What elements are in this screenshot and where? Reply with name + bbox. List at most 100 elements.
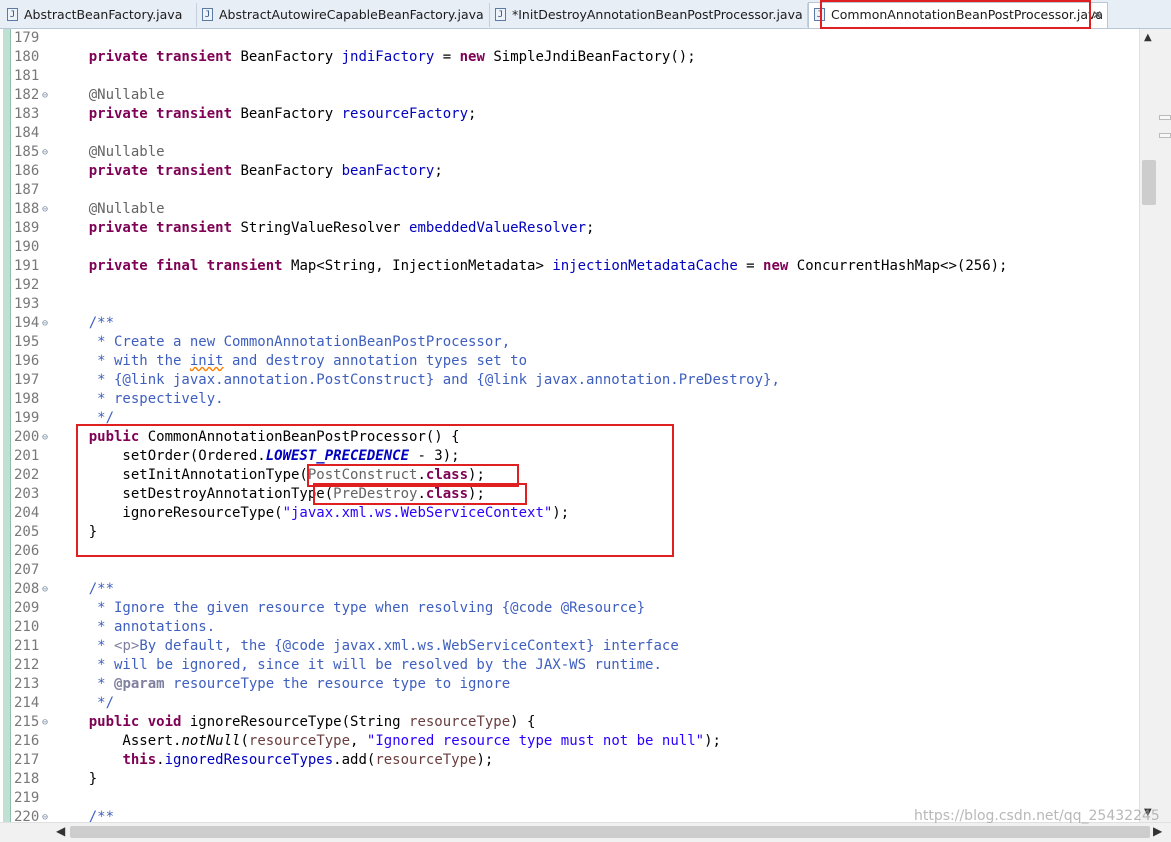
close-icon[interactable]: ✕ [1092, 3, 1102, 27]
code-line[interactable]: 200 ⊖ public CommonAnnotationBeanPostProc… [0, 428, 1139, 447]
code-line[interactable]: 203 setDestroyAnnotationType(PreDestroy.… [0, 485, 1139, 504]
code-line[interactable]: 191 private final transient Map<String, … [0, 257, 1139, 276]
overview-marker[interactable] [1159, 133, 1171, 138]
code-text: * Ignore the given resource type when re… [55, 600, 646, 616]
code-line[interactable]: 182 ⊖ @Nullable [0, 86, 1139, 105]
fold-toggle-icon[interactable]: ⊖ [42, 808, 52, 822]
code-text: * will be ignored, since it will be reso… [55, 657, 662, 673]
code-line[interactable]: 207 [0, 561, 1139, 580]
vertical-scrollbar[interactable]: ▲ ▼ [1139, 29, 1171, 822]
tab-common-annotation-bean-post-processor[interactable]: J CommonAnnotationBeanPostProcessor.java… [808, 2, 1108, 28]
line-number: 210 [14, 619, 40, 635]
tab-abstract-bean-factory[interactable]: J AbstractBeanFactory.java [2, 3, 197, 27]
code-line[interactable]: 196 * with the init and destroy annotati… [0, 352, 1139, 371]
code-line[interactable]: 198 * respectively. [0, 390, 1139, 409]
code-line[interactable]: 183 private transient BeanFactory resour… [0, 105, 1139, 124]
code-line[interactable]: 181 [0, 67, 1139, 86]
fold-toggle-icon[interactable]: ⊖ [42, 143, 52, 162]
code-text: @Nullable [88, 87, 165, 103]
horizontal-scrollbar[interactable]: ◀ ▶ [0, 822, 1171, 842]
watermark: https://blog.csdn.net/qq_25432245 [914, 808, 1160, 824]
fold-toggle-icon[interactable]: ⊖ [42, 580, 52, 599]
scroll-left-icon[interactable]: ◀ [56, 824, 65, 838]
code-text: @Nullable [88, 144, 165, 160]
horizontal-scroll-thumb[interactable] [70, 826, 1150, 838]
code-line[interactable]: 185 ⊖ @Nullable [0, 143, 1139, 162]
code-editor[interactable]: 179 180 private transient BeanFactory jnd… [0, 29, 1139, 822]
code-text: * @param resourceType the resource type … [55, 676, 511, 692]
code-line[interactable]: 210 * annotations. [0, 618, 1139, 637]
code-line[interactable]: 212 * will be ignored, since it will be … [0, 656, 1139, 675]
line-number: 206 [14, 543, 40, 559]
code-line[interactable]: 194 ⊖ /** [0, 314, 1139, 333]
vertical-scroll-thumb[interactable] [1142, 160, 1156, 205]
code-text: * respectively. [55, 391, 224, 407]
code-line[interactable]: 190 [0, 238, 1139, 257]
code-line[interactable]: 187 [0, 181, 1139, 200]
line-number: 202 [14, 467, 40, 483]
code-line[interactable]: 186 private transient BeanFactory beanFa… [0, 162, 1139, 181]
code-line[interactable]: 216 Assert.notNull(resourceType, "Ignore… [0, 732, 1139, 751]
code-line[interactable]: 188 ⊖ @Nullable [0, 200, 1139, 219]
code-line[interactable]: 214 */ [0, 694, 1139, 713]
line-number: 183 [14, 106, 40, 122]
line-number: 195 [14, 334, 40, 350]
code-line[interactable]: 199 */ [0, 409, 1139, 428]
code-line[interactable]: 206 [0, 542, 1139, 561]
code-line[interactable]: 218 } [0, 770, 1139, 789]
fold-toggle-icon[interactable]: ⊖ [42, 314, 52, 333]
line-number: 199 [14, 410, 40, 426]
code-text: private transient BeanFactory jndiFactor… [88, 49, 696, 65]
code-text: * <p>By default, the {@code javax.xml.ws… [55, 638, 679, 654]
line-number: 179 [14, 30, 40, 46]
line-number: 203 [14, 486, 40, 502]
fold-toggle-icon[interactable]: ⊖ [42, 428, 52, 447]
code-line[interactable]: 208 ⊖ /** [0, 580, 1139, 599]
line-number: 207 [14, 562, 40, 578]
code-line[interactable]: 197 * {@link javax.annotation.PostConstr… [0, 371, 1139, 390]
fold-toggle-icon[interactable]: ⊖ [42, 86, 52, 105]
code-line[interactable]: 213 * @param resourceType the resource t… [0, 675, 1139, 694]
code-text: /** [88, 809, 115, 822]
tab-abstract-autowire-capable-bean-factory[interactable]: J AbstractAutowireCapableBeanFactory.jav… [197, 3, 490, 27]
line-number: 214 [14, 695, 40, 711]
line-number: 219 [14, 790, 40, 806]
code-line[interactable]: 184 [0, 124, 1139, 143]
overview-marker[interactable] [1159, 115, 1171, 120]
code-text: setDestroyAnnotationType(PreDestroy.clas… [55, 486, 485, 502]
code-line[interactable]: 215 ⊖ public void ignoreResourceType(Stri… [0, 713, 1139, 732]
code-text: * annotations. [55, 619, 216, 635]
code-line[interactable]: 189 private transient StringValueResolve… [0, 219, 1139, 238]
code-line[interactable]: 192 [0, 276, 1139, 295]
code-text: setInitAnnotationType(PostConstruct.clas… [55, 467, 485, 483]
scroll-up-icon[interactable]: ▲ [1144, 32, 1152, 43]
line-number: 189 [14, 220, 40, 236]
code-line[interactable]: 204 ignoreResourceType("javax.xml.ws.Web… [0, 504, 1139, 523]
code-text: Assert.notNull(resourceType, "Ignored re… [55, 733, 721, 749]
code-line[interactable]: 202 setInitAnnotationType(PostConstruct.… [0, 466, 1139, 485]
java-file-icon: J [202, 8, 213, 21]
code-line[interactable]: 209 * Ignore the given resource type whe… [0, 599, 1139, 618]
code-line[interactable]: 217 this.ignoredResourceTypes.add(resour… [0, 751, 1139, 770]
code-line[interactable]: 211 * <p>By default, the {@code javax.xm… [0, 637, 1139, 656]
code-text: private transient BeanFactory beanFactor… [88, 163, 443, 179]
code-line[interactable]: 201 setOrder(Ordered.LOWEST_PRECEDENCE -… [0, 447, 1139, 466]
fold-toggle-icon[interactable]: ⊖ [42, 713, 52, 732]
line-number: 217 [14, 752, 40, 768]
code-text: } [55, 524, 98, 540]
line-number: 212 [14, 657, 40, 673]
code-line[interactable]: 205 } [0, 523, 1139, 542]
tab-label: *InitDestroyAnnotationBeanPostProcessor.… [512, 7, 803, 22]
line-number: 180 [14, 49, 40, 65]
code-line[interactable]: 195 * Create a new CommonAnnotationBeanP… [0, 333, 1139, 352]
line-number: 184 [14, 125, 40, 141]
code-line[interactable]: 219 [0, 789, 1139, 808]
line-number: 205 [14, 524, 40, 540]
code-line[interactable]: 180 private transient BeanFactory jndiFa… [0, 48, 1139, 67]
code-text: } [55, 771, 98, 787]
fold-toggle-icon[interactable]: ⊖ [42, 200, 52, 219]
code-line[interactable]: 179 [0, 29, 1139, 48]
scroll-right-icon[interactable]: ▶ [1153, 824, 1162, 838]
code-line[interactable]: 193 [0, 295, 1139, 314]
tab-init-destroy-annotation-bean-post-processor[interactable]: J *InitDestroyAnnotationBeanPostProcesso… [490, 3, 808, 27]
